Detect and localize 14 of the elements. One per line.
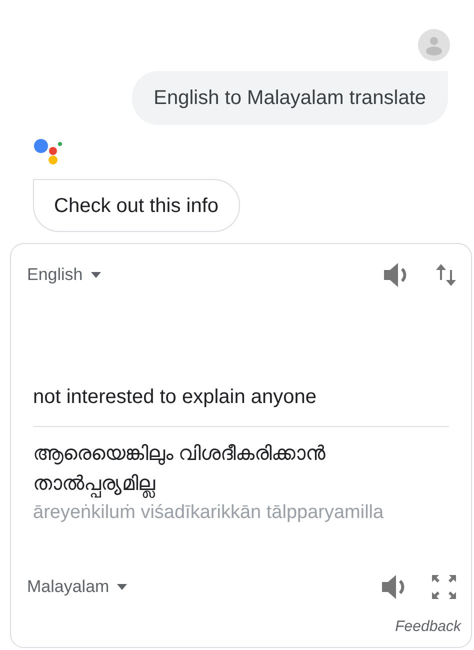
feedback-link[interactable]: Feedback: [395, 616, 461, 638]
source-language-dropdown[interactable]: English: [27, 262, 101, 288]
avatar-icon: [418, 29, 450, 61]
transliteration-text: āreyeṅkiluṁ viśadīkarikkān tālpparyamilla: [32, 501, 385, 525]
target-language-dropdown[interactable]: Malayalam: [27, 574, 128, 600]
dropdown-caret-icon: [90, 272, 101, 278]
user-message: English to Malayalam translate: [132, 71, 448, 125]
dropdown-caret-icon: [117, 584, 128, 590]
assistant-message: Check out this info: [33, 179, 240, 232]
source-text: not interested to explain anyone: [32, 385, 318, 410]
swap-icon[interactable]: [435, 262, 457, 288]
translated-text: ആരെയെങ്കിലും വിശദീകരിക്കാൻ താൽപ്പര്യമില്ല: [11, 439, 431, 499]
fullscreen-icon[interactable]: [431, 574, 457, 600]
assistant-logo-icon: [33, 138, 63, 166]
